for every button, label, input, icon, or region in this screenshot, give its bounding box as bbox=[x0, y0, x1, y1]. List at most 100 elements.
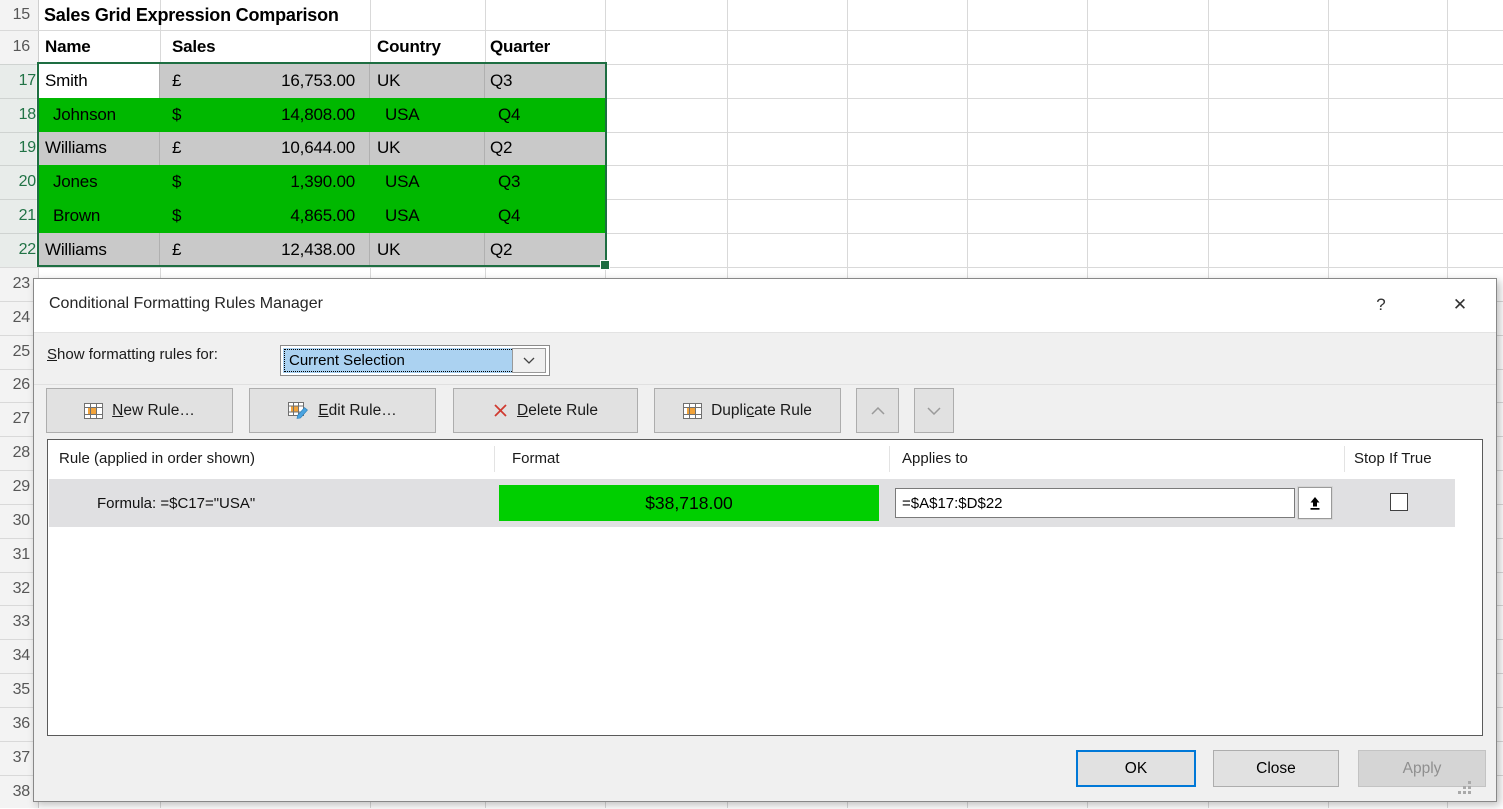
applies-to-input[interactable] bbox=[895, 488, 1295, 518]
row-number[interactable]: 37 bbox=[0, 741, 30, 775]
header-name[interactable]: Name bbox=[39, 30, 160, 64]
cell-sales[interactable]: $1,390.00 bbox=[160, 165, 370, 199]
row-number[interactable]: 32 bbox=[0, 572, 30, 606]
help-icon[interactable]: ? bbox=[1366, 289, 1396, 321]
edit-rule-button[interactable]: Edit Rule… bbox=[249, 388, 436, 433]
row-number[interactable]: 24 bbox=[0, 301, 30, 335]
cell-quarter[interactable]: Q4 bbox=[485, 199, 606, 233]
show-formatting-rules-label: Show formatting rules for: bbox=[47, 346, 218, 363]
row-number[interactable]: 34 bbox=[0, 639, 30, 673]
cell-name[interactable]: Williams bbox=[39, 233, 160, 267]
row-number[interactable]: 19 bbox=[0, 132, 36, 166]
header-sales[interactable]: Sales bbox=[160, 30, 370, 64]
cell-quarter[interactable]: Q3 bbox=[485, 165, 606, 199]
cell-name[interactable]: Jones bbox=[39, 165, 160, 199]
cell-name[interactable]: Smith bbox=[39, 64, 160, 98]
cell-name[interactable]: Brown bbox=[39, 199, 160, 233]
cell-country[interactable]: UK bbox=[370, 233, 485, 267]
row-number[interactable]: 15 bbox=[0, 0, 30, 30]
cell-sales[interactable]: £16,753.00 bbox=[160, 64, 370, 98]
sheet-title-cell[interactable]: Sales Grid Expression Comparison bbox=[44, 0, 339, 30]
row-number[interactable]: 22 bbox=[0, 233, 36, 267]
move-rule-down-button[interactable] bbox=[914, 388, 954, 433]
row-number[interactable]: 26 bbox=[0, 369, 30, 403]
row-number[interactable]: 17 bbox=[0, 64, 36, 98]
rules-list: Rule (applied in order shown) Format App… bbox=[47, 439, 1483, 736]
row-number[interactable]: 36 bbox=[0, 707, 30, 741]
new-rule-grid-icon bbox=[84, 403, 103, 419]
resize-grip[interactable] bbox=[1457, 780, 1472, 795]
chevron-down-icon bbox=[523, 357, 535, 364]
row-number[interactable]: 18 bbox=[0, 98, 36, 132]
column-header-stop: Stop If True bbox=[1354, 450, 1432, 467]
cell-country[interactable]: UK bbox=[370, 64, 485, 98]
gridline bbox=[0, 267, 1503, 268]
row-number[interactable]: 23 bbox=[0, 267, 30, 301]
sheet-row-18[interactable]: Johnson $14,808.00 USA Q4 bbox=[39, 98, 606, 132]
close-icon[interactable]: ✕ bbox=[1440, 287, 1480, 323]
sheet-row-22[interactable]: Williams £12,438.00 UK Q2 bbox=[39, 233, 606, 267]
row-number[interactable]: 21 bbox=[0, 199, 36, 233]
row-number[interactable]: 33 bbox=[0, 605, 30, 639]
cell-name[interactable]: Williams bbox=[39, 132, 160, 166]
rule-format-preview[interactable]: $38,718.00 bbox=[499, 485, 879, 521]
cell-quarter[interactable]: Q3 bbox=[485, 64, 606, 98]
cell-country[interactable]: USA bbox=[370, 165, 485, 199]
edit-rule-icon bbox=[288, 402, 309, 419]
cell-quarter[interactable]: Q2 bbox=[485, 233, 606, 267]
conditional-formatting-rules-manager-dialog: Conditional Formatting Rules Manager ? ✕… bbox=[33, 278, 1497, 802]
rule-row[interactable]: Formula: =$C17="USA" $38,718.00 bbox=[49, 479, 1455, 527]
dropdown-arrow-button[interactable] bbox=[512, 348, 546, 373]
cell-sales[interactable]: $14,808.00 bbox=[160, 98, 370, 132]
chevron-down-icon bbox=[927, 407, 941, 415]
row-number[interactable]: 31 bbox=[0, 538, 30, 572]
cell-quarter[interactable]: Q2 bbox=[485, 132, 606, 166]
cell-sales[interactable]: £10,644.00 bbox=[160, 132, 370, 166]
move-rule-up-button[interactable] bbox=[856, 388, 899, 433]
dropdown-selected-value: Current Selection bbox=[283, 348, 515, 373]
header-separator bbox=[889, 446, 890, 472]
cell-sales[interactable]: £12,438.00 bbox=[160, 233, 370, 267]
row-number[interactable]: 16 bbox=[0, 30, 30, 64]
close-button[interactable]: Close bbox=[1213, 750, 1339, 787]
header-separator bbox=[494, 446, 495, 472]
row-number[interactable]: 28 bbox=[0, 436, 30, 470]
toolbar-separator bbox=[34, 384, 1496, 385]
collapse-dialog-icon bbox=[1308, 496, 1322, 511]
sheet-row-17[interactable]: Smith £16,753.00 UK Q3 bbox=[39, 64, 606, 98]
row-number[interactable]: 38 bbox=[0, 775, 30, 809]
new-rule-button[interactable]: New Rule… bbox=[46, 388, 233, 433]
rule-formula-text: Formula: =$C17="USA" bbox=[97, 479, 255, 527]
sheet-row-20[interactable]: Jones $1,390.00 USA Q3 bbox=[39, 165, 606, 199]
row-number[interactable]: 20 bbox=[0, 165, 36, 199]
range-picker-button[interactable] bbox=[1298, 487, 1332, 519]
duplicate-rule-grid-icon bbox=[683, 403, 702, 419]
ok-button[interactable]: OK bbox=[1076, 750, 1196, 787]
dialog-titlebar[interactable]: Conditional Formatting Rules Manager ? ✕ bbox=[34, 279, 1496, 333]
row-number[interactable]: 25 bbox=[0, 335, 30, 369]
header-country[interactable]: Country bbox=[370, 30, 485, 64]
cell-sales[interactable]: $4,865.00 bbox=[160, 199, 370, 233]
column-header-format: Format bbox=[512, 450, 560, 467]
row-number[interactable]: 27 bbox=[0, 402, 30, 436]
column-header-rule: Rule (applied in order shown) bbox=[59, 450, 255, 467]
delete-x-icon bbox=[493, 403, 508, 418]
column-header-applies: Applies to bbox=[902, 450, 968, 467]
show-rules-for-dropdown[interactable]: Current Selection bbox=[280, 345, 550, 376]
cell-name[interactable]: Johnson bbox=[39, 98, 160, 132]
duplicate-rule-button[interactable]: Duplicate Rule bbox=[654, 388, 841, 433]
cell-country[interactable]: USA bbox=[370, 98, 485, 132]
cell-country[interactable]: UK bbox=[370, 132, 485, 166]
stop-if-true-checkbox[interactable] bbox=[1390, 493, 1408, 511]
header-quarter[interactable]: Quarter bbox=[485, 30, 606, 64]
row-number[interactable]: 35 bbox=[0, 673, 30, 707]
dialog-title: Conditional Formatting Rules Manager bbox=[49, 295, 323, 313]
column-header-row: Name Sales Country Quarter bbox=[39, 30, 606, 64]
row-number[interactable]: 30 bbox=[0, 504, 30, 538]
sheet-row-21[interactable]: Brown $4,865.00 USA Q4 bbox=[39, 199, 606, 233]
cell-quarter[interactable]: Q4 bbox=[485, 98, 606, 132]
cell-country[interactable]: USA bbox=[370, 199, 485, 233]
row-number[interactable]: 29 bbox=[0, 470, 30, 504]
delete-rule-button[interactable]: Delete Rule bbox=[453, 388, 638, 433]
sheet-row-19[interactable]: Williams £10,644.00 UK Q2 bbox=[39, 132, 606, 166]
